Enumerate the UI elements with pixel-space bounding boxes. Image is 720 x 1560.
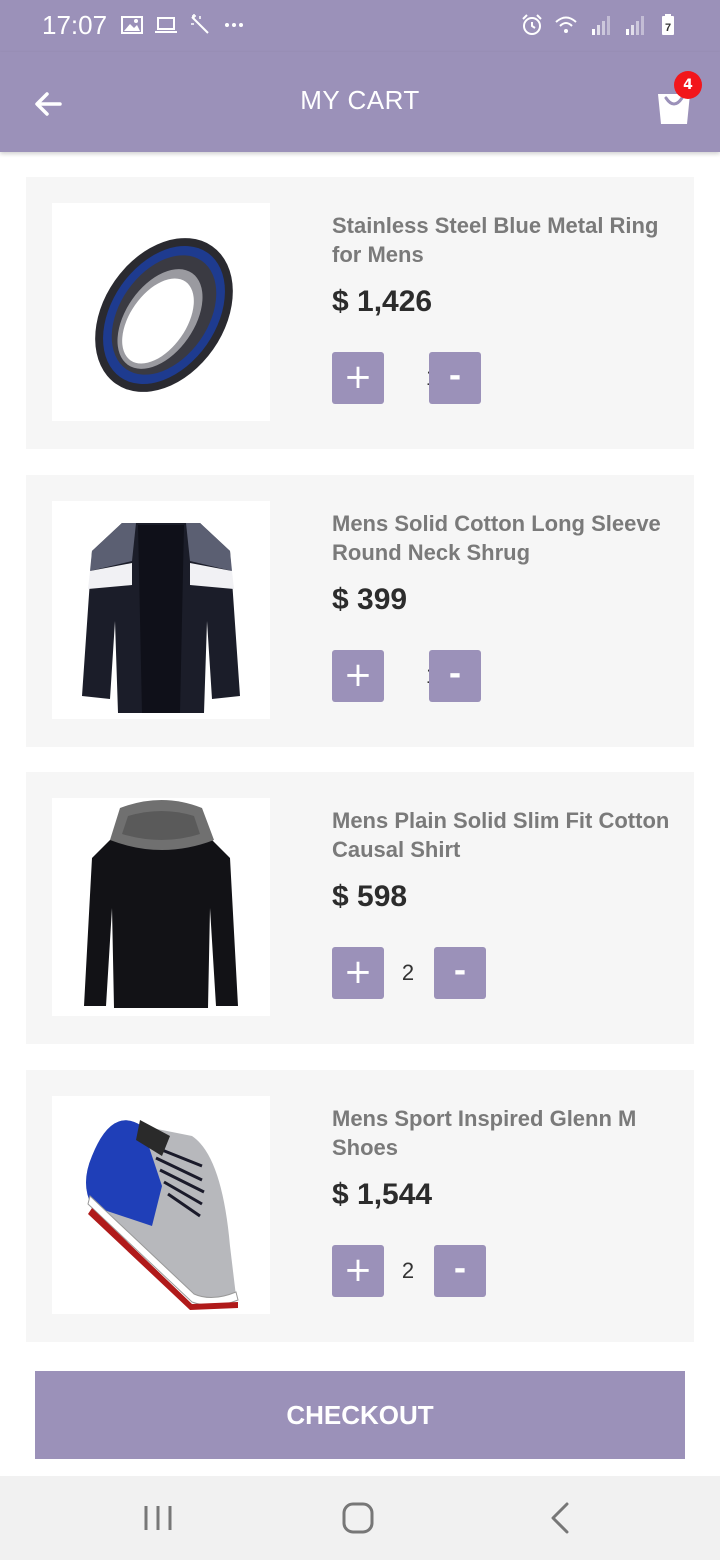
battery-level: 7 [665, 22, 671, 34]
shirt-image [52, 798, 270, 1016]
cart-item: Stainless Steel Blue Metal Ring for Mens… [26, 177, 694, 449]
app-bar: MY CART 4 [0, 52, 720, 152]
status-time: 17:07 [42, 10, 108, 40]
increase-quantity-button[interactable]: + [332, 650, 384, 702]
increase-quantity-button[interactable]: + [332, 352, 384, 404]
item-price: $ 1,426 [332, 285, 433, 318]
laptop-icon [155, 17, 177, 33]
alarm-icon [522, 14, 542, 35]
item-price: $ 399 [332, 583, 408, 616]
quantity-value: 2 [401, 1258, 415, 1283]
cart-item: Mens Sport Inspired Glenn M Shoes $ 1,54… [26, 1070, 694, 1342]
status-bar: 17:07 7 [0, 0, 720, 52]
increase-quantity-button[interactable]: + [332, 1245, 384, 1297]
cart-count-badge: 4 [674, 71, 702, 99]
decrease-quantity-button[interactable]: - [434, 947, 486, 999]
increase-quantity-button[interactable]: + [332, 947, 384, 999]
checkout-button[interactable]: CHECKOUT [35, 1371, 685, 1459]
decrease-quantity-button[interactable]: - [429, 650, 481, 702]
item-name: Mens Solid Cotton Long Sleeve Round Neck… [332, 511, 661, 565]
cart-item: Mens Plain Solid Slim Fit Cotton Causal … [26, 772, 694, 1044]
magic-wand-icon [191, 14, 209, 34]
signal-icon [592, 16, 610, 35]
signal-icon [626, 16, 644, 35]
decrease-quantity-button[interactable]: - [434, 1245, 486, 1297]
status-left-icons [120, 13, 246, 37]
image-icon [121, 16, 143, 34]
recent-apps-icon[interactable] [138, 1502, 178, 1534]
quantity-value: 2 [401, 960, 415, 985]
cart-item: Mens Solid Cotton Long Sleeve Round Neck… [26, 475, 694, 747]
back-icon[interactable] [540, 1500, 580, 1536]
item-price: $ 598 [332, 880, 408, 913]
battery-icon: 7 [662, 14, 674, 35]
item-name: Mens Plain Solid Slim Fit Cotton Causal … [332, 808, 670, 862]
decrease-quantity-button[interactable]: - [429, 352, 481, 404]
navigation-bar [0, 1476, 720, 1560]
item-name: Stainless Steel Blue Metal Ring for Mens [332, 213, 659, 267]
ring-image [52, 203, 270, 421]
item-name: Mens Sport Inspired Glenn M Shoes [332, 1106, 637, 1160]
shoe-image [52, 1096, 270, 1314]
item-price: $ 1,544 [332, 1178, 433, 1211]
status-right-icons: 7 [520, 13, 680, 37]
more-dots-icon [225, 23, 243, 27]
page-title: MY CART [300, 85, 420, 115]
wifi-icon [555, 16, 577, 33]
home-icon[interactable] [338, 1498, 378, 1538]
shrug-image [52, 501, 270, 719]
